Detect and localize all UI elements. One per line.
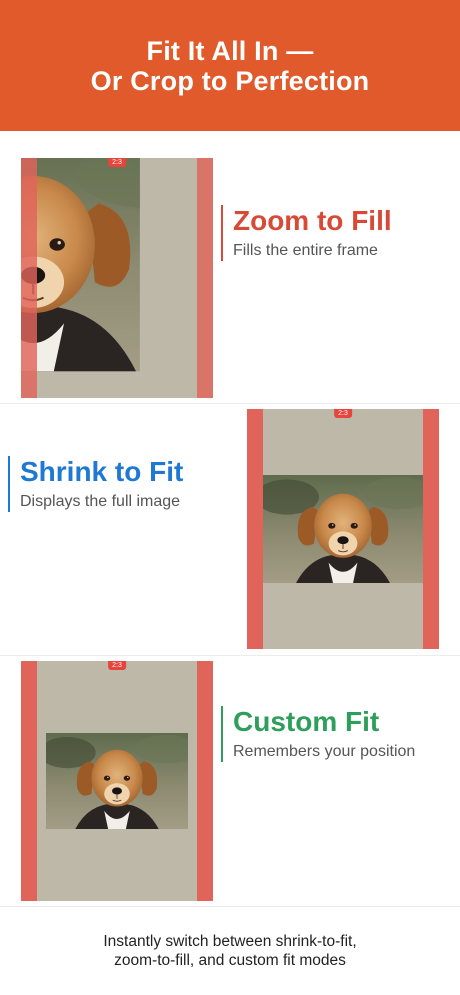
preview-frame-zoom[interactable]: 2:3 (21, 158, 213, 398)
preview-frame-custom[interactable]: 2:3 (21, 661, 213, 901)
mode-title-shrink: Shrink to Fit (20, 456, 184, 487)
frame-edge-left (21, 158, 37, 398)
section-zoom-to-fill: 2:3 Zoom to Fill Fills the entire frame (0, 131, 460, 403)
mode-title-zoom: Zoom to Fill (233, 205, 392, 236)
frame-edge-left (21, 661, 37, 901)
section-shrink-to-fit: Shrink to Fit Displays the full image 2:… (0, 403, 460, 655)
mode-subtitle-custom: Remembers your position (233, 743, 416, 760)
dog-photo-custom[interactable] (46, 733, 188, 829)
aspect-ratio-badge: 2:3 (108, 158, 126, 167)
mode-subtitle-zoom: Fills the entire frame (233, 242, 378, 259)
frame-edge-left (247, 409, 263, 649)
footer-description: Instantly switch between shrink-to-fit, … (0, 906, 460, 995)
page-title-line1: Fit It All In — (146, 35, 314, 66)
frame-edge-right (423, 409, 439, 649)
caption-shrink-to-fit: Shrink to Fit Displays the full image (8, 456, 183, 512)
frame-edge-right (197, 158, 213, 398)
caption-custom-fit: Custom Fit Remembers your position (221, 706, 415, 762)
mode-title-custom: Custom Fit (233, 706, 380, 737)
mode-subtitle-shrink: Displays the full image (20, 493, 181, 510)
page-title-line2: Or Crop to Perfection (90, 65, 370, 96)
aspect-ratio-badge: 2:3 (108, 661, 126, 670)
preview-frame-shrink[interactable]: 2:3 (247, 409, 439, 649)
header-banner: Fit It All In — Or Crop to Perfection (0, 0, 460, 131)
dog-photo-zoomed (21, 158, 213, 398)
dog-photo-fitted (263, 475, 423, 583)
footer-line1: Instantly switch between shrink-to-fit, (103, 933, 357, 950)
caption-zoom-to-fill: Zoom to Fill Fills the entire frame (221, 205, 392, 261)
section-custom-fit: 2:3 Custom Fit Remembers your position (0, 655, 460, 906)
aspect-ratio-badge: 2:3 (334, 409, 352, 418)
frame-edge-right (197, 661, 213, 901)
footer-line2: zoom-to-fill, and custom fit modes (114, 952, 346, 969)
